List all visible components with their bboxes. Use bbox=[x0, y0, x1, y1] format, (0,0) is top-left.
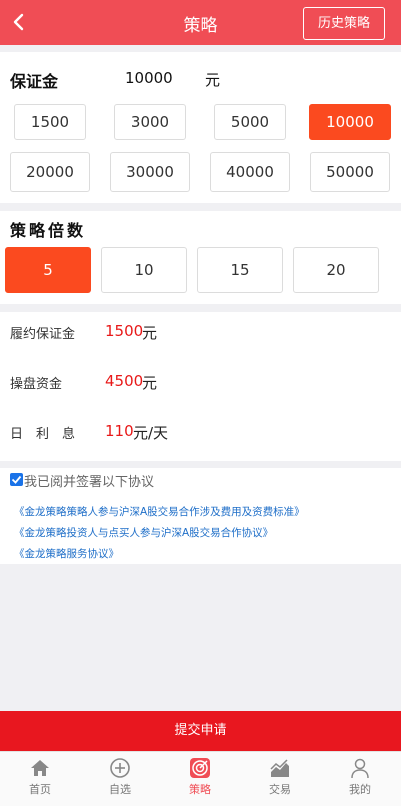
margin-current-value: 10000 bbox=[125, 69, 173, 87]
summary-section: 履约保证金 1500 元 操盘资金 4500 元 日利息 110 元/天 bbox=[0, 312, 401, 461]
margin-title: 保证金 bbox=[10, 72, 59, 91]
performance-margin-label: 履约保证金 bbox=[10, 327, 76, 342]
agreement-section: 我已阅并签署以下协议 《金龙策略策略人参与沪深A股交易合作涉及费用及资费标准》 … bbox=[0, 468, 401, 564]
margin-option[interactable]: 40000 bbox=[210, 152, 290, 192]
tab-home[interactable]: 首页 bbox=[0, 752, 80, 806]
margin-unit: 元 bbox=[205, 71, 221, 89]
multiplier-option-selected[interactable]: 5 bbox=[5, 247, 91, 293]
tab-watchlist[interactable]: 自选 bbox=[80, 752, 160, 806]
user-icon bbox=[351, 758, 369, 779]
protocol-link-cooperation[interactable]: 《金龙策略投资人与点买人参与沪深A股交易合作协议》 bbox=[14, 525, 273, 540]
multiplier-title: 策略倍数 bbox=[10, 221, 87, 240]
margin-option[interactable]: 3000 bbox=[114, 104, 186, 140]
performance-margin-unit: 元 bbox=[142, 324, 158, 342]
plus-circle-icon bbox=[110, 758, 130, 778]
agreement-checkbox[interactable] bbox=[10, 473, 23, 486]
margin-option-selected[interactable]: 10000 bbox=[309, 104, 391, 140]
daily-interest-label: 日利息 bbox=[10, 427, 76, 442]
protocol-link-fees[interactable]: 《金龙策略策略人参与沪深A股交易合作涉及费用及资费标准》 bbox=[14, 504, 305, 519]
margin-option[interactable]: 5000 bbox=[214, 104, 286, 140]
multiplier-section: 策略倍数 5 10 15 20 bbox=[0, 211, 401, 304]
history-strategy-button[interactable]: 历史策略 bbox=[303, 7, 385, 40]
performance-margin-value: 1500 bbox=[105, 322, 144, 340]
agreement-text[interactable]: 我已阅并签署以下协议 bbox=[24, 471, 154, 490]
margin-option[interactable]: 30000 bbox=[110, 152, 190, 192]
daily-interest-value: 110 bbox=[105, 422, 134, 440]
multiplier-option[interactable]: 10 bbox=[101, 247, 187, 293]
submit-button[interactable]: 提交申请 bbox=[0, 711, 401, 751]
header-bar: 策略 历史策略 bbox=[0, 0, 401, 45]
chart-icon bbox=[270, 759, 289, 777]
trading-funds-unit: 元 bbox=[142, 374, 158, 392]
protocol-link-service[interactable]: 《金龙策略服务协议》 bbox=[14, 546, 119, 561]
trading-funds-value: 4500 bbox=[105, 372, 144, 390]
tab-mine[interactable]: 我的 bbox=[320, 752, 400, 806]
margin-option[interactable]: 50000 bbox=[310, 152, 390, 192]
margin-option[interactable]: 1500 bbox=[14, 104, 86, 140]
multiplier-option[interactable]: 20 bbox=[293, 247, 379, 293]
tab-trade[interactable]: 交易 bbox=[240, 752, 320, 806]
trading-funds-label: 操盘资金 bbox=[10, 377, 63, 392]
target-icon bbox=[190, 758, 210, 778]
tab-strategy[interactable]: 策略 bbox=[160, 752, 240, 806]
bottom-tabbar: 首页 自选 策略 交易 我的 bbox=[0, 751, 401, 806]
home-icon bbox=[31, 760, 49, 776]
multiplier-option[interactable]: 15 bbox=[197, 247, 283, 293]
margin-option[interactable]: 20000 bbox=[10, 152, 90, 192]
margin-section: 保证金 10000 元 1500 3000 5000 10000 20000 3… bbox=[0, 52, 401, 203]
daily-interest-unit: 元/天 bbox=[133, 424, 169, 442]
